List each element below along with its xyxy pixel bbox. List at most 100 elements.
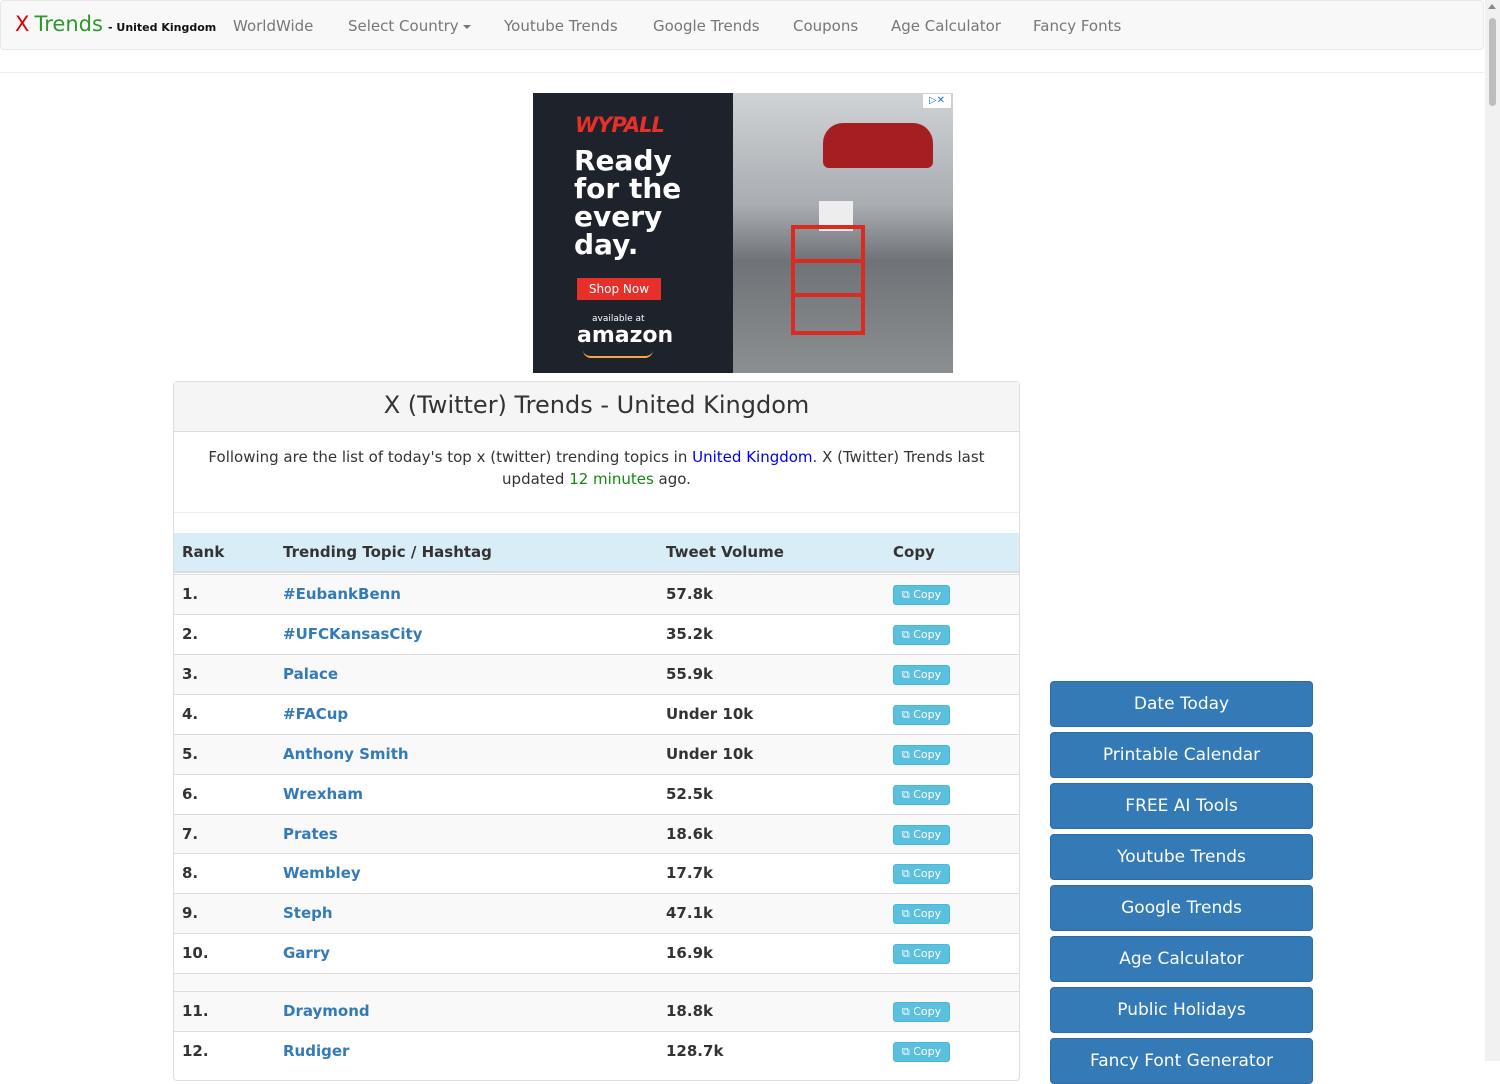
topic-link[interactable]: Palace — [283, 665, 338, 683]
nav-age-calculator[interactable]: Age Calculator — [891, 17, 1001, 35]
copy-button[interactable]: ⧉ Copy — [893, 1002, 950, 1022]
intro-part-a: Following are the list of today's top x … — [208, 448, 693, 466]
ad-cart-shelf — [795, 293, 861, 297]
copy-icon: ⧉ — [901, 668, 910, 681]
intro-text: Following are the list of today's top x … — [194, 446, 999, 490]
table-spacer — [174, 973, 1019, 991]
topic-link[interactable]: #EubankBenn — [283, 585, 401, 603]
nav-worldwide[interactable]: WorldWide — [233, 17, 313, 35]
navbar: X Trends - United Kingdom WorldWide Sele… — [0, 0, 1484, 50]
nav-google-trends[interactable]: Google Trends — [653, 17, 760, 35]
table-row: 10. Garry 16.9k ⧉ Copy — [174, 933, 1019, 973]
brand-link[interactable]: X Trends - United Kingdom — [15, 12, 216, 36]
nav-select-country[interactable]: Select Country — [348, 17, 471, 35]
topic-link[interactable]: #FACup — [283, 705, 348, 723]
copy-button[interactable]: ⧉ Copy — [893, 944, 950, 964]
rank-cell: 12. — [182, 1042, 209, 1060]
copy-label: Copy — [913, 1045, 942, 1058]
copy-icon: ⧉ — [901, 588, 910, 601]
ad-garage-image — [733, 93, 953, 373]
table-row: 4. #FACup Under 10k ⧉ Copy — [174, 694, 1019, 734]
rank-cell: 7. — [182, 825, 199, 843]
copy-label: Copy — [913, 628, 942, 641]
volume-cell: 55.9k — [666, 665, 713, 683]
sidebar-button[interactable]: Public Holidays — [1050, 987, 1313, 1033]
table-row: 6. Wrexham 52.5k ⧉ Copy — [174, 774, 1019, 814]
header-rank: Rank — [182, 543, 225, 561]
brand-x: X — [15, 12, 30, 36]
nav-coupons[interactable]: Coupons — [793, 17, 858, 35]
ad-banner[interactable]: WYPALL Ready for the every day. Shop Now… — [533, 93, 953, 373]
country-link[interactable]: United Kingdom — [692, 448, 812, 466]
volume-cell: 16.9k — [666, 944, 713, 962]
table-row: 5. Anthony Smith Under 10k ⧉ Copy — [174, 734, 1019, 774]
rank-cell: 10. — [182, 944, 209, 962]
copy-label: Copy — [913, 668, 942, 681]
amazon-logo: amazon — [577, 323, 674, 348]
rank-cell: 5. — [182, 745, 199, 763]
sidebar-button[interactable]: FREE AI Tools — [1050, 783, 1313, 829]
copy-button[interactable]: ⧉ Copy — [893, 745, 950, 765]
copy-icon: ⧉ — [901, 828, 910, 841]
scroll-up-arrow-icon[interactable] — [1488, 4, 1496, 9]
rank-cell: 4. — [182, 705, 199, 723]
sidebar-button[interactable]: Printable Calendar — [1050, 732, 1313, 778]
copy-button[interactable]: ⧉ Copy — [893, 1042, 950, 1062]
topic-link[interactable]: Prates — [283, 825, 338, 843]
topic-link[interactable]: Anthony Smith — [283, 745, 409, 763]
copy-button[interactable]: ⧉ Copy — [893, 825, 950, 845]
copy-button[interactable]: ⧉ Copy — [893, 585, 950, 605]
topic-link[interactable]: Steph — [283, 904, 333, 922]
trends-panel: X (Twitter) Trends - United Kingdom Foll… — [173, 381, 1020, 1081]
topic-link[interactable]: Draymond — [283, 1002, 370, 1020]
copy-icon: ⧉ — [901, 907, 910, 920]
copy-label: Copy — [913, 708, 942, 721]
topic-link[interactable]: Rudiger — [283, 1042, 349, 1060]
brand-country: - United Kingdom — [108, 21, 217, 34]
nav-fancy-fonts[interactable]: Fancy Fonts — [1033, 17, 1121, 35]
table-row: 12. Rudiger 128.7k ⧉ Copy — [174, 1031, 1019, 1071]
topic-link[interactable]: #UFCKansasCity — [283, 625, 423, 643]
sidebar-button[interactable]: Youtube Trends — [1050, 834, 1313, 880]
copy-button[interactable]: ⧉ Copy — [893, 705, 950, 725]
topic-link[interactable]: Wembley — [283, 864, 361, 882]
copy-button[interactable]: ⧉ Copy — [893, 864, 950, 884]
nav-youtube-trends[interactable]: Youtube Trends — [504, 17, 618, 35]
copy-button[interactable]: ⧉ Copy — [893, 904, 950, 924]
rank-cell: 2. — [182, 625, 199, 643]
volume-cell: 52.5k — [666, 785, 713, 803]
page-title: X (Twitter) Trends - United Kingdom — [383, 391, 810, 419]
copy-icon: ⧉ — [901, 867, 910, 880]
copy-icon: ⧉ — [901, 788, 910, 801]
ad-choices-icon[interactable]: ▷✕ — [923, 94, 951, 108]
copy-button[interactable]: ⧉ Copy — [893, 665, 950, 685]
copy-label: Copy — [913, 1005, 942, 1018]
copy-icon: ⧉ — [901, 748, 910, 761]
copy-button[interactable]: ⧉ Copy — [893, 625, 950, 645]
sidebar-button[interactable]: Date Today — [1050, 681, 1313, 727]
ad-cart-shape — [791, 225, 865, 335]
copy-label: Copy — [913, 907, 942, 920]
table-row: 9. Steph 47.1k ⧉ Copy — [174, 893, 1019, 933]
divider — [174, 512, 1019, 513]
copy-label: Copy — [913, 748, 942, 761]
copy-button[interactable]: ⧉ Copy — [893, 785, 950, 805]
intro-part-c: ago. — [653, 470, 691, 488]
volume-cell: Under 10k — [666, 745, 754, 763]
scroll-thumb[interactable] — [1489, 18, 1496, 106]
volume-cell: 18.8k — [666, 1002, 713, 1020]
topic-link[interactable]: Wrexham — [283, 785, 363, 803]
copy-label: Copy — [913, 947, 942, 960]
sidebar-button[interactable]: Google Trends — [1050, 885, 1313, 931]
table-row: 11. Draymond 18.8k ⧉ Copy — [174, 991, 1019, 1031]
sidebar-button[interactable]: Fancy Font Generator — [1050, 1038, 1313, 1084]
sidebar-button[interactable]: Age Calculator — [1050, 936, 1313, 982]
copy-icon: ⧉ — [901, 708, 910, 721]
scrollbar[interactable] — [1485, 0, 1500, 1061]
topic-link[interactable]: Garry — [283, 944, 330, 962]
ad-car-shape — [823, 123, 933, 168]
rank-cell: 8. — [182, 864, 199, 882]
ad-shop-now-button[interactable]: Shop Now — [577, 278, 661, 300]
volume-cell: Under 10k — [666, 705, 754, 723]
copy-label: Copy — [913, 828, 942, 841]
